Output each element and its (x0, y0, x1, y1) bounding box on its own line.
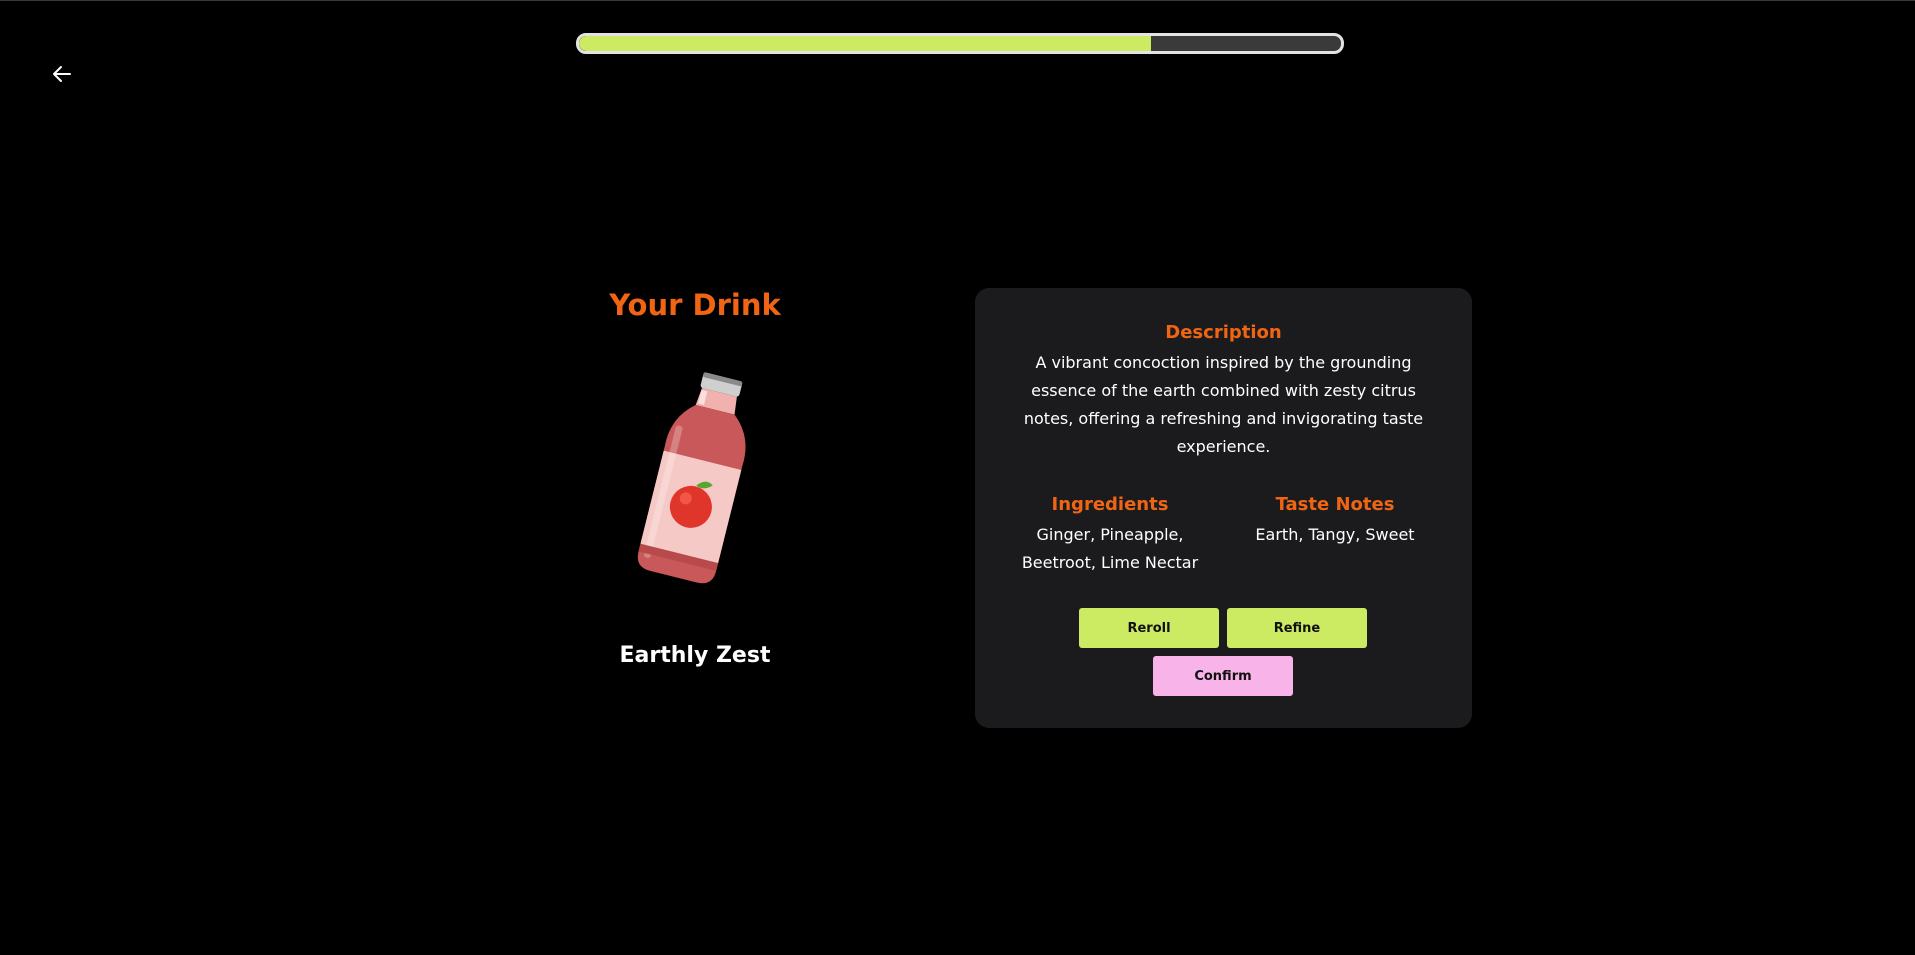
juice-bottle-icon (637, 372, 746, 584)
drink-name: Earthly Zest (619, 643, 771, 668)
description-text: A vibrant concoction inspired by the gro… (1023, 353, 1424, 456)
ingredients-section: Ingredients Ginger, Pineapple, Beetroot,… (1015, 494, 1205, 577)
drink-heading: Your Drink (609, 288, 781, 322)
arrow-left-icon (53, 66, 71, 82)
confirm-button[interactable]: Confirm (1153, 656, 1293, 696)
description-title: Description (1165, 322, 1282, 343)
drink-panel: Your Drink Earthly Zest (590, 285, 800, 668)
progress-bar (576, 33, 1344, 54)
taste-notes-title: Taste Notes (1275, 494, 1395, 515)
back-button[interactable] (48, 60, 76, 88)
progress-bar-fill (579, 36, 1151, 51)
ingredients-title: Ingredients (1051, 494, 1169, 515)
ingredients-text: Ginger, Pineapple, Beetroot, Lime Nectar (1021, 525, 1199, 572)
taste-notes-text: Earth, Tangy, Sweet (1255, 525, 1415, 544)
top-border (0, 0, 1915, 1)
drink-image (590, 367, 800, 589)
drink-details-card: Description A vibrant concoction inspire… (975, 288, 1472, 728)
refine-button[interactable]: Refine (1227, 608, 1367, 648)
taste-notes-section: Taste Notes Earth, Tangy, Sweet (1230, 494, 1440, 549)
description-section: Description A vibrant concoction inspire… (1015, 322, 1432, 461)
reroll-button[interactable]: Reroll (1079, 608, 1219, 648)
